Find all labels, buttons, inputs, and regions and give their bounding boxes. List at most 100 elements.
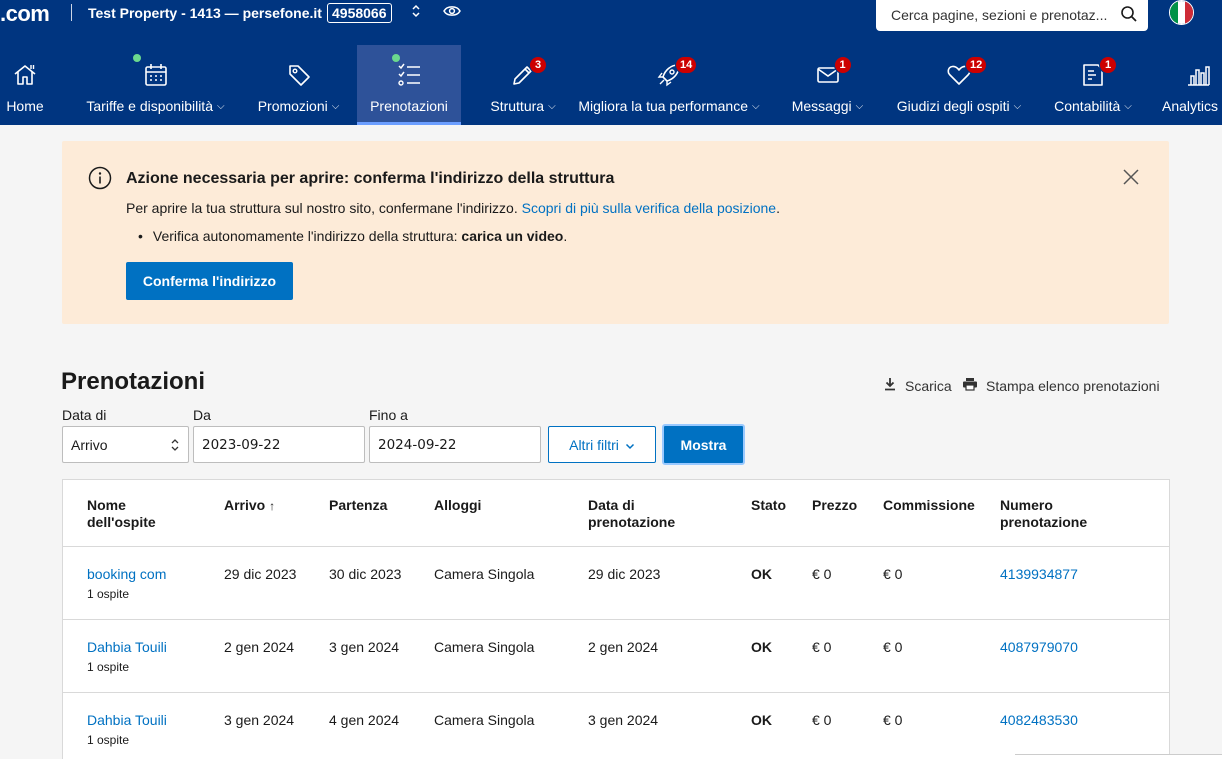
from-date-value: 2023-09-22 — [202, 436, 281, 453]
confirm-address-button[interactable]: Conferma l'indirizzo — [126, 262, 293, 300]
guest-name-link[interactable]: Dahbia Touili — [87, 639, 167, 655]
nav-label: Promozioni — [257, 98, 328, 114]
download-button[interactable]: Scarica — [883, 377, 952, 394]
column-header[interactable]: Alloggi — [434, 497, 481, 514]
reservations-table: Nome dell'ospite Arrivo ↑ Partenza Allog… — [62, 479, 1170, 759]
date-type-value: Arrivo — [71, 436, 108, 453]
download-icon — [883, 377, 897, 394]
flag-stripe-green — [1170, 1, 1178, 24]
column-header-arrival[interactable]: Arrivo ↑ — [224, 497, 275, 515]
nav-accounting[interactable]: 1 Contabilità ⌵ — [1047, 45, 1139, 125]
nav-performance[interactable]: 14 Migliora la tua performance ⌵ — [569, 45, 769, 125]
nav-label: Tariffe e disponibilità — [86, 98, 213, 114]
chevron-down-icon: ⌵ — [548, 100, 556, 112]
departure-date: 30 dic 2023 — [329, 566, 402, 582]
nav-guest-reviews[interactable]: 12 Giudizi degli ospiti ⌵ — [888, 45, 1030, 125]
nav-label: Giudizi degli ospiti — [896, 98, 1010, 114]
from-date-input[interactable]: 2023-09-22 — [193, 426, 365, 463]
commission: € 0 — [883, 566, 903, 582]
print-label: Stampa elenco prenotazioni — [986, 377, 1160, 394]
row-divider — [63, 619, 1169, 620]
commission: € 0 — [883, 712, 903, 728]
nav-label: Contabilità — [1054, 98, 1121, 114]
language-flag-icon[interactable] — [1169, 0, 1194, 25]
nav-label: Analytics — [1162, 98, 1219, 114]
notification-badge: 1 — [1099, 56, 1117, 74]
more-filters-label: Altri filtri — [569, 436, 619, 453]
property-id-badge: 4958066 — [327, 3, 392, 23]
chevron-down-icon: ⌵ — [331, 100, 340, 112]
printer-icon — [962, 377, 978, 394]
commission: € 0 — [883, 639, 903, 655]
reservation-number-link[interactable]: 4087979070 — [1000, 639, 1078, 655]
notification-badge: 1 — [833, 56, 852, 74]
arrival-date: 3 gen 2024 — [224, 712, 295, 728]
booking-date: 3 gen 2024 — [588, 712, 659, 728]
flag-stripe-red — [1185, 1, 1193, 24]
info-icon — [88, 166, 112, 195]
alert-body: Per aprire la tua struttura sul nostro s… — [126, 200, 780, 216]
column-header[interactable]: Data di prenotazione — [588, 497, 698, 531]
brand-logo[interactable]: .com — [0, 1, 50, 27]
calendar-icon — [132, 54, 169, 91]
date-of-label: Data di — [62, 407, 107, 423]
show-button[interactable]: Mostra — [662, 424, 745, 465]
rocket-icon: 14 — [656, 56, 698, 91]
notification-dot — [392, 54, 400, 62]
more-filters-button[interactable]: Altri filtri — [548, 426, 656, 463]
status: OK — [751, 639, 772, 655]
column-header[interactable]: Prezzo — [812, 497, 857, 514]
alert-body-text: Per aprire la tua struttura sul nostro s… — [126, 200, 522, 216]
print-list-button[interactable]: Stampa elenco prenotazioni — [962, 377, 1160, 394]
address-alert: Azione necessaria per aprire: conferma l… — [62, 141, 1169, 324]
notification-dot — [132, 54, 141, 62]
close-icon[interactable] — [1122, 168, 1140, 191]
nav-analytics[interactable]: Analytics — [1160, 45, 1222, 125]
bullet-end: . — [563, 228, 568, 244]
location-verification-link[interactable]: Scopri di più sulla verifica della posiz… — [522, 200, 776, 216]
chevron-down-icon: ⌵ — [217, 100, 225, 112]
reservation-number-link[interactable]: 4139934877 — [1000, 566, 1078, 582]
nav-reservations[interactable]: Prenotazioni — [357, 45, 461, 125]
select-arrow-icon — [170, 437, 180, 456]
notification-badge: 14 — [675, 56, 698, 74]
nav-promotions[interactable]: Promozioni ⌵ — [251, 45, 346, 125]
chevron-down-icon: ⌵ — [752, 100, 760, 112]
nav-property[interactable]: 3 Struttura ⌵ — [490, 45, 556, 125]
eye-icon[interactable] — [443, 4, 461, 23]
room-type: Camera Singola — [434, 566, 535, 582]
column-header[interactable]: Nome dell'ospite — [87, 497, 187, 531]
flag-stripe-white — [1177, 1, 1186, 24]
booking-date: 2 gen 2024 — [588, 639, 659, 655]
nav-rates-availability[interactable]: Tariffe e disponibilità ⌵ — [73, 45, 238, 125]
date-type-select[interactable]: Arrivo — [62, 426, 189, 463]
download-label: Scarica — [905, 377, 952, 394]
guest-name-link[interactable]: booking com — [87, 566, 166, 582]
column-header[interactable]: Numero prenotazione — [1000, 497, 1110, 531]
home-icon — [12, 59, 38, 91]
nav-label: Messaggi — [791, 98, 852, 114]
column-header[interactable]: Stato — [751, 497, 786, 514]
row-divider — [63, 546, 1169, 547]
chevron-down-icon: ⌵ — [855, 100, 864, 112]
arrival-date: 2 gen 2024 — [224, 639, 295, 655]
reservation-number-link[interactable]: 4082483530 — [1000, 712, 1078, 728]
column-header[interactable]: Commissione — [883, 497, 975, 514]
to-date-input[interactable]: 2024-09-22 — [369, 426, 541, 463]
price: € 0 — [812, 566, 832, 582]
nav-home[interactable]: Home — [0, 45, 50, 125]
to-label: Fino a — [369, 407, 408, 423]
column-header[interactable]: Partenza — [329, 497, 387, 514]
room-type: Camera Singola — [434, 712, 535, 728]
departure-date: 3 gen 2024 — [329, 639, 400, 655]
notification-badge: 3 — [529, 56, 547, 74]
property-switcher-icon[interactable] — [411, 3, 421, 24]
notification-badge: 12 — [965, 56, 988, 74]
search-input[interactable] — [876, 0, 1108, 29]
nav-label: Migliora la tua performance — [578, 98, 749, 114]
divider — [71, 4, 72, 21]
search-icon[interactable] — [1120, 5, 1138, 28]
guest-name-link[interactable]: Dahbia Touili — [87, 712, 167, 728]
nav-messages[interactable]: 1 Messaggi ⌵ — [786, 45, 869, 125]
list-icon — [392, 54, 422, 91]
